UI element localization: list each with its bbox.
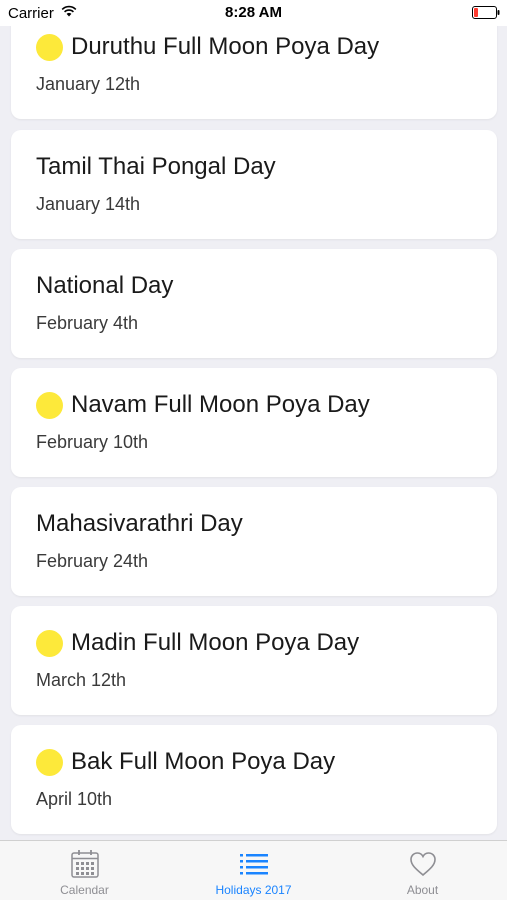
holiday-title: Madin Full Moon Poya Day bbox=[71, 629, 360, 656]
holiday-date: April 10th bbox=[36, 789, 113, 809]
holiday-card[interactable]: Navam Full Moon Poya Day February 10th bbox=[11, 368, 497, 477]
holiday-date: February 10th bbox=[36, 432, 149, 452]
holiday-title-row: Duruthu Full Moon Poya Day bbox=[36, 32, 379, 62]
holiday-list[interactable]: Duruthu Full Moon Poya Day January 12th … bbox=[0, 0, 507, 840]
battery-icon bbox=[472, 6, 500, 19]
list-icon bbox=[239, 854, 268, 875]
holiday-title: Navam Full Moon Poya Day bbox=[71, 391, 370, 418]
holiday-date: February 4th bbox=[36, 313, 139, 333]
holiday-card[interactable]: Madin Full Moon Poya Day March 12th bbox=[11, 606, 497, 715]
holiday-title-row: Mahasivarathri Day bbox=[36, 509, 243, 539]
tab-bar: Calendar Holidays 2017 About bbox=[0, 840, 507, 900]
holiday-card[interactable]: Bak Full Moon Poya Day April 10th bbox=[11, 725, 497, 834]
holiday-card[interactable]: Mahasivarathri Day February 24th bbox=[11, 487, 497, 596]
holiday-card[interactable]: National Day February 4th bbox=[11, 249, 497, 358]
holiday-title: Bak Full Moon Poya Day bbox=[71, 748, 336, 775]
holiday-card[interactable]: Tamil Thai Pongal Day January 14th bbox=[11, 130, 497, 239]
holiday-title-row: National Day bbox=[36, 271, 173, 301]
holiday-title-row: Navam Full Moon Poya Day bbox=[36, 390, 370, 420]
holiday-date: March 12th bbox=[36, 670, 127, 690]
full-moon-icon bbox=[36, 33, 63, 61]
tab-label: About bbox=[406, 883, 439, 897]
holiday-date: February 24th bbox=[36, 551, 149, 571]
heart-icon bbox=[409, 852, 436, 877]
holiday-title-row: Tamil Thai Pongal Day bbox=[36, 152, 276, 182]
status-bar: Carrier 8:28 AM bbox=[0, 0, 507, 26]
tab-label: Holidays 2017 bbox=[215, 883, 292, 897]
holiday-title: Tamil Thai Pongal Day bbox=[36, 153, 276, 180]
calendar-icon bbox=[70, 850, 99, 878]
clock: 8:28 AM bbox=[225, 4, 282, 21]
holiday-date: January 12th bbox=[36, 74, 141, 94]
tab-label: Calendar bbox=[60, 883, 109, 897]
tab-holidays[interactable]: Holidays 2017 bbox=[169, 841, 338, 900]
tab-about[interactable]: About bbox=[338, 841, 507, 900]
full-moon-icon bbox=[36, 391, 63, 419]
holiday-title: National Day bbox=[36, 272, 174, 299]
holiday-title-row: Madin Full Moon Poya Day bbox=[36, 628, 359, 658]
tab-calendar[interactable]: Calendar bbox=[0, 841, 169, 900]
holiday-card[interactable]: Duruthu Full Moon Poya Day January 12th bbox=[11, 10, 497, 119]
holiday-title: Mahasivarathri Day bbox=[36, 510, 243, 537]
holiday-title-row: Bak Full Moon Poya Day bbox=[36, 747, 335, 777]
holiday-date: January 14th bbox=[36, 194, 141, 214]
full-moon-icon bbox=[36, 748, 63, 776]
full-moon-icon bbox=[36, 629, 63, 657]
holiday-title: Duruthu Full Moon Poya Day bbox=[71, 33, 380, 60]
